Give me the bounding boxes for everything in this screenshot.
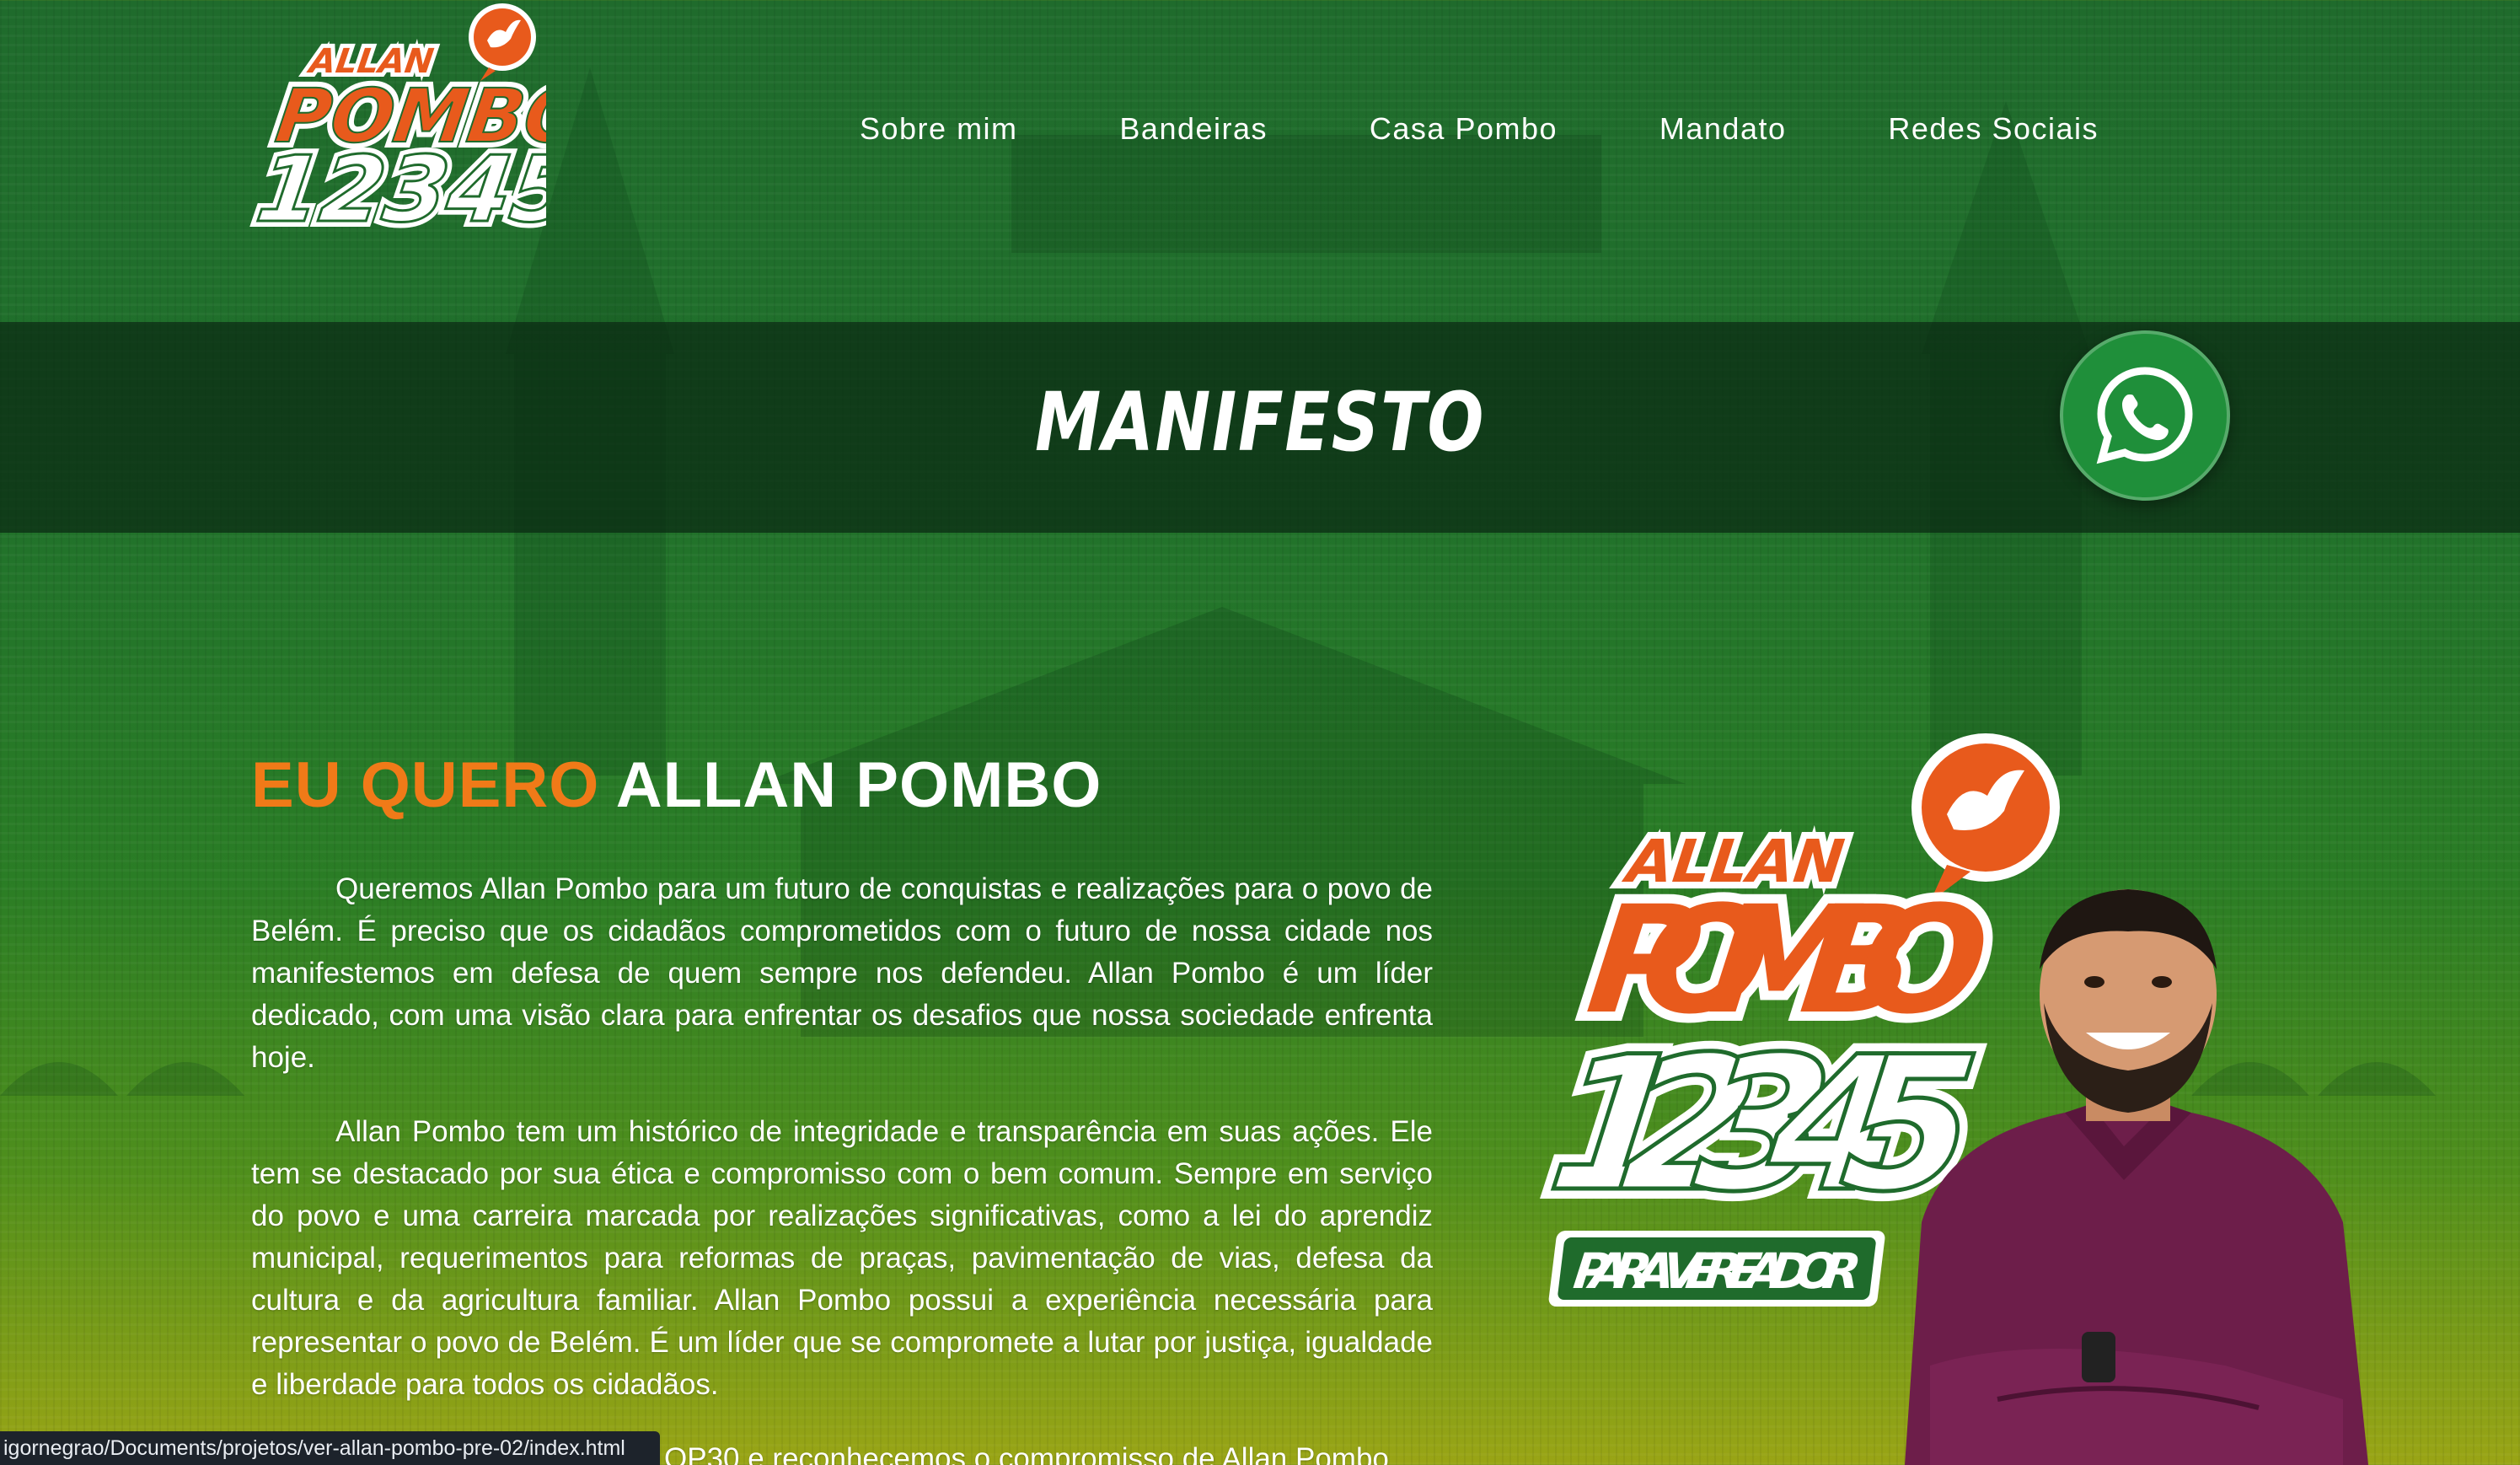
logo-speech-bubble: [469, 3, 536, 81]
page-title: MANIFESTO: [1034, 375, 1486, 470]
browser-status-url: igornegrao/Documents/projetos/ver-allan-…: [0, 1431, 660, 1465]
nav-item-mandato[interactable]: Mandato: [1659, 111, 1787, 147]
nav-item-casa-pombo[interactable]: Casa Pombo: [1370, 111, 1558, 147]
nav-item-redes-sociais[interactable]: Redes Sociais: [1888, 111, 2099, 147]
headline-white: ALLAN POMBO: [615, 749, 1102, 821]
whatsapp-icon: [2096, 367, 2193, 464]
candidate-photo: [1905, 889, 2368, 1465]
promo-tagline: PARA VEREADOR: [1570, 1242, 1863, 1300]
nav-item-bandeiras[interactable]: Bandeiras: [1119, 111, 1268, 147]
manifesto-paragraph-2: Allan Pombo tem um histórico de integrid…: [251, 1115, 1433, 1401]
manifesto-headline: EU QUERO ALLAN POMBO: [251, 749, 1102, 822]
manifesto-paragraph-1: Queremos Allan Pombo para um futuro de c…: [251, 872, 1433, 1074]
site-logo[interactable]: ALLAN ALLAN POMBO POMBO 12345 12345: [243, 0, 546, 261]
nav-item-sobre-mim[interactable]: Sobre mim: [860, 111, 1018, 147]
whatsapp-button[interactable]: [2060, 330, 2230, 501]
headline-orange: EU QUERO: [251, 749, 600, 821]
main-nav: Sobre mim Bandeiras Casa Pombo Mandato R…: [860, 111, 2099, 147]
svg-text:12345: 12345: [251, 136, 546, 242]
manifesto-text: Queremos Allan Pombo para um futuro de c…: [251, 868, 1433, 1465]
